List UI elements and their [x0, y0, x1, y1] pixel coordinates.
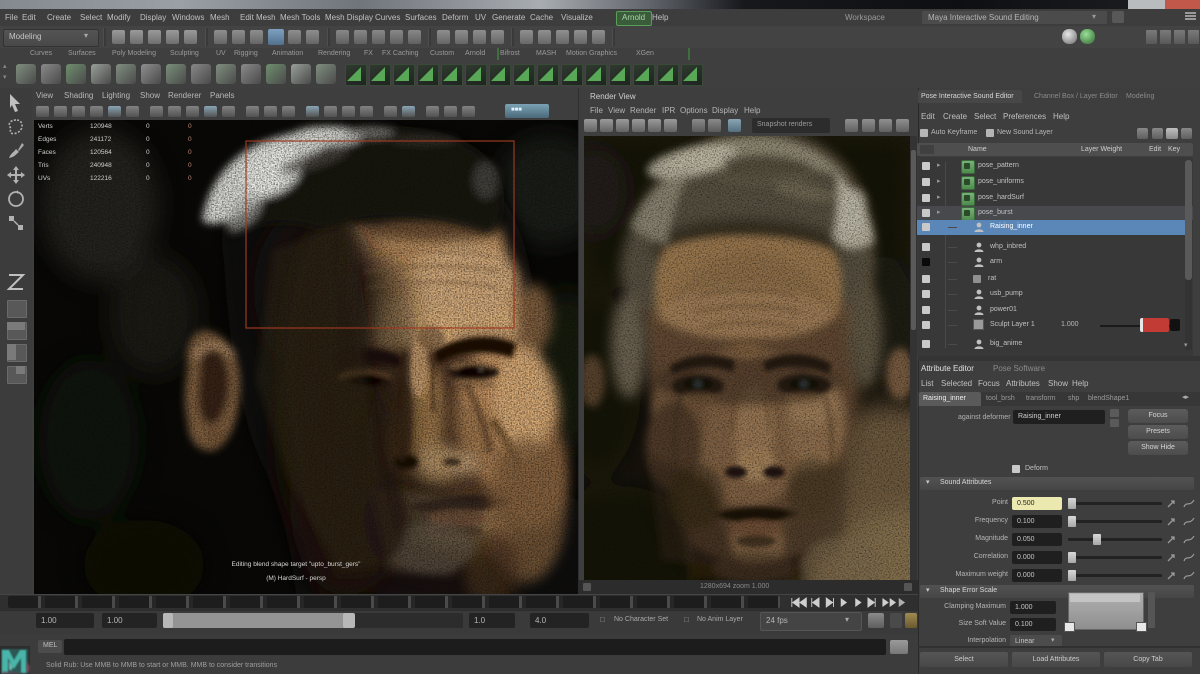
svg-text:0: 0 — [188, 136, 192, 143]
svg-text:120948: 120948 — [90, 123, 112, 130]
svg-text:0: 0 — [188, 149, 192, 156]
svg-text:Tris: Tris — [38, 162, 49, 169]
svg-text:0: 0 — [146, 162, 150, 169]
svg-text:0: 0 — [188, 162, 192, 169]
svg-text:0: 0 — [188, 123, 192, 130]
svg-text:Verts: Verts — [38, 123, 54, 130]
svg-text:0: 0 — [188, 175, 192, 182]
svg-text:120564: 120564 — [90, 149, 112, 156]
svg-text:0: 0 — [146, 175, 150, 182]
svg-text:0: 0 — [146, 149, 150, 156]
svg-text:(M) HardSurf - persp: (M) HardSurf - persp — [266, 575, 326, 582]
svg-text:0: 0 — [146, 123, 150, 130]
svg-text:240948: 240948 — [90, 162, 112, 169]
svg-text:UVs: UVs — [38, 175, 51, 182]
svg-text:Faces: Faces — [38, 149, 56, 156]
svg-text:0: 0 — [146, 136, 150, 143]
svg-text:241172: 241172 — [90, 136, 112, 143]
svg-text:122216: 122216 — [90, 175, 112, 182]
svg-text:Edges: Edges — [38, 136, 57, 143]
svg-text:Editing blend shape target "up: Editing blend shape target "upto_burst_g… — [232, 561, 362, 568]
